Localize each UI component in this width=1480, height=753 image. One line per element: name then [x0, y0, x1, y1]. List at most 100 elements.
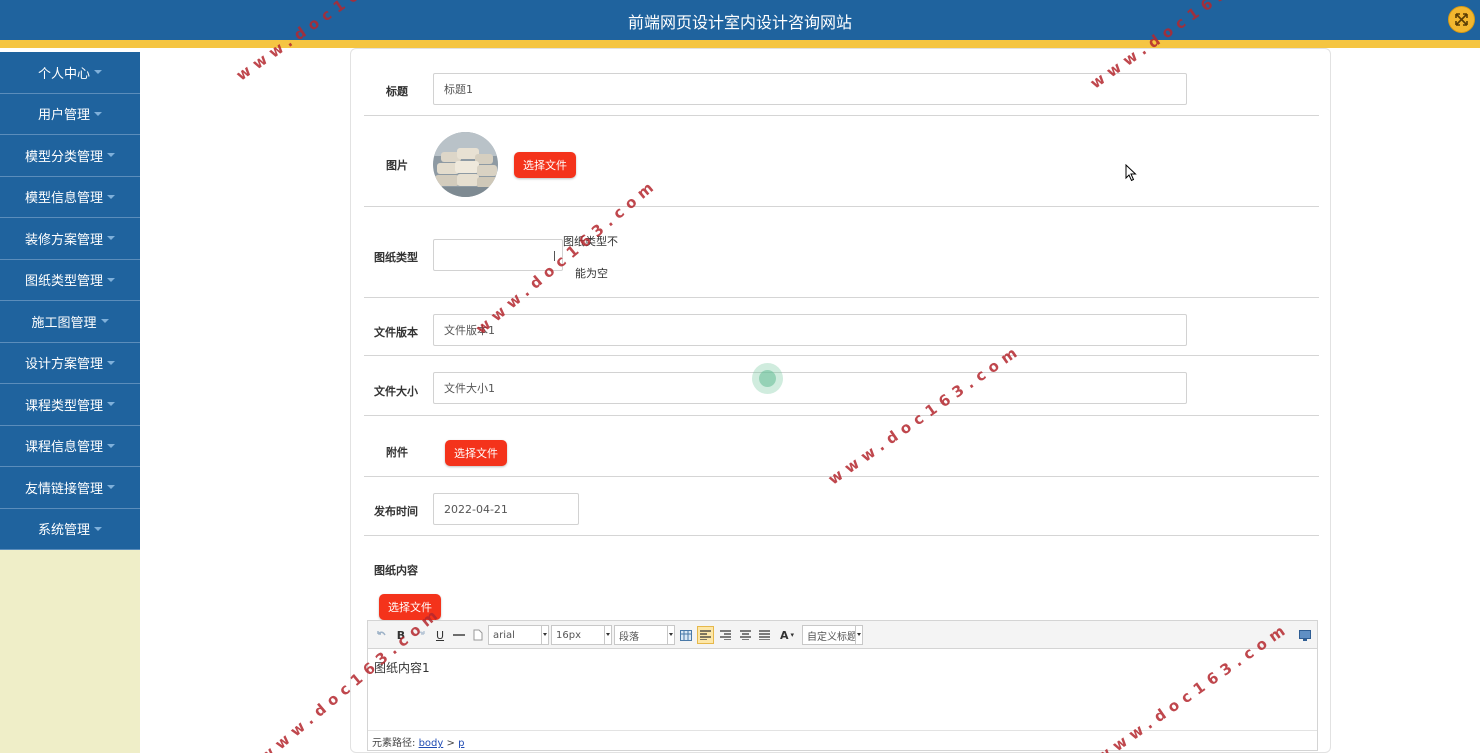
form-row-file-size: 文件大小 文件大小1 — [364, 356, 1319, 416]
form-row-drawing-type: 图纸类型 图纸类型不 能为空 — [364, 207, 1319, 298]
content-choose-file-button[interactable]: 选择文件 — [379, 594, 441, 620]
expand-arrows-icon — [1455, 13, 1468, 26]
editor-content[interactable]: 图纸内容1 — [374, 659, 430, 676]
sidebar-item-label: 装修方案管理 — [24, 232, 103, 248]
font-size-select[interactable]: 16px — [551, 625, 612, 645]
sidebar-item-label: 用户管理 — [37, 108, 90, 124]
element-path-p-link[interactable]: p — [458, 738, 464, 749]
rich-text-editor: B U arial 16px 段落 A ▾ 自定义标题 图纸内容1 元素路径: … — [367, 620, 1318, 751]
underline-button[interactable]: U — [433, 626, 447, 644]
undo-icon[interactable] — [374, 626, 388, 644]
sidebar-item-label: 模型信息管理 — [24, 191, 103, 207]
bold-button[interactable]: B — [394, 626, 408, 644]
editor-element-path: 元素路径: body > p — [368, 730, 1317, 750]
attachment-label: 附件 — [386, 446, 408, 459]
sidebar: 个人中心 用户管理 模型分类管理 模型信息管理 装修方案管理 图纸类型管理 施工… — [0, 52, 140, 753]
align-center-icon[interactable] — [738, 626, 752, 644]
sidebar-item-label: 图纸类型管理 — [24, 274, 103, 290]
file-version-input[interactable]: 文件版本1 — [433, 314, 1187, 346]
page-title: 前端网页设计室内设计咨询网站 — [627, 13, 852, 32]
editor-toolbar: B U arial 16px 段落 A ▾ 自定义标题 — [368, 621, 1317, 649]
header-accent-stripe — [0, 40, 1480, 48]
element-path-body-link[interactable]: body — [419, 738, 444, 749]
file-version-label: 文件版本 — [374, 326, 418, 339]
caret-down-icon — [107, 360, 115, 365]
file-size-label: 文件大小 — [374, 385, 418, 398]
form-row-attachment: 附件 选择文件 — [364, 416, 1319, 477]
loading-spinner — [752, 363, 783, 394]
sidebar-item-course-info[interactable]: 课程信息管理 — [0, 426, 140, 467]
content-label: 图纸内容 — [374, 564, 418, 577]
drawing-type-error-line2: 能为空 — [575, 267, 608, 280]
publish-time-label: 发布时间 — [374, 505, 418, 518]
sidebar-item-users[interactable]: 用户管理 — [0, 94, 140, 135]
redo-icon[interactable] — [414, 626, 428, 644]
caret-down-icon — [107, 194, 115, 199]
caret-down-icon — [100, 319, 109, 324]
horizontal-rule-icon[interactable] — [452, 626, 466, 644]
image-preview — [433, 132, 498, 197]
app-header: 前端网页设计室内设计咨询网站 — [0, 0, 1480, 40]
dropdown-arrow-icon: ▾ — [790, 631, 795, 639]
caret-down-icon — [94, 526, 102, 531]
sidebar-item-design-plans[interactable]: 设计方案管理 — [0, 343, 140, 384]
element-path-label: 元素路径: — [372, 738, 416, 749]
sidebar-item-label: 模型分类管理 — [24, 149, 103, 165]
sidebar-item-label: 施工图管理 — [31, 315, 97, 331]
font-size-value: 16px — [556, 629, 581, 641]
select-arrow-icon — [554, 251, 555, 261]
fullscreen-toggle-button[interactable] — [1448, 6, 1475, 33]
sidebar-item-course-types[interactable]: 课程类型管理 — [0, 384, 140, 426]
sidebar-item-renovation-plans[interactable]: 装修方案管理 — [0, 218, 140, 260]
drawing-type-error-line1: 图纸类型不 — [563, 235, 618, 248]
sidebar-item-personal-center[interactable]: 个人中心 — [0, 52, 140, 94]
table-icon[interactable] — [679, 626, 693, 644]
paragraph-format-select[interactable]: 段落 — [614, 625, 675, 645]
font-color-button[interactable]: A ▾ — [776, 626, 798, 644]
caret-down-icon — [107, 443, 115, 448]
sidebar-menu: 个人中心 用户管理 模型分类管理 模型信息管理 装修方案管理 图纸类型管理 施工… — [0, 52, 140, 550]
align-right-icon[interactable] — [718, 626, 732, 644]
sidebar-item-friend-links[interactable]: 友情链接管理 — [0, 467, 140, 509]
form-row-image: 图片 选择文件 — [364, 116, 1319, 207]
form-row-file-version: 文件版本 文件版本1 — [364, 298, 1319, 356]
font-family-select[interactable]: arial — [488, 625, 549, 645]
attachment-choose-file-button[interactable]: 选择文件 — [445, 440, 507, 466]
caret-down-icon — [94, 111, 102, 116]
caret-down-icon — [107, 402, 115, 407]
caret-down-icon — [107, 485, 115, 490]
title-input[interactable]: 标题1 — [433, 73, 1187, 105]
sidebar-item-label: 友情链接管理 — [24, 481, 103, 497]
title-label: 标题 — [386, 85, 408, 98]
publish-time-input[interactable]: 2022-04-21 — [433, 493, 579, 525]
sidebar-item-drawing-types[interactable]: 图纸类型管理 — [0, 260, 140, 301]
cement-bags-thumbnail — [433, 132, 498, 197]
preview-monitor-icon[interactable] — [1298, 626, 1312, 644]
form-row-title: 标题 标题1 — [364, 49, 1319, 116]
caret-down-icon — [94, 70, 102, 75]
drawing-type-label: 图纸类型 — [374, 251, 418, 264]
custom-heading-select[interactable]: 自定义标题 — [802, 625, 863, 645]
image-choose-file-button[interactable]: 选择文件 — [514, 152, 576, 178]
sidebar-item-label: 课程信息管理 — [24, 440, 103, 456]
align-justify-icon[interactable] — [757, 626, 771, 644]
sidebar-item-label: 系统管理 — [37, 523, 90, 539]
caret-down-icon — [107, 153, 115, 158]
element-path-separator: > — [446, 738, 455, 749]
page-icon[interactable] — [471, 626, 485, 644]
sidebar-item-model-info[interactable]: 模型信息管理 — [0, 177, 140, 218]
align-left-icon[interactable] — [697, 626, 714, 644]
sidebar-item-system[interactable]: 系统管理 — [0, 509, 140, 550]
caret-down-icon — [107, 236, 115, 241]
caret-down-icon — [107, 277, 115, 282]
form-row-publish-time: 发布时间 2022-04-21 — [364, 477, 1319, 536]
custom-heading-value: 自定义标题 — [807, 631, 855, 643]
sidebar-item-model-categories[interactable]: 模型分类管理 — [0, 135, 140, 177]
font-color-glyph: A — [779, 628, 789, 642]
file-size-input[interactable]: 文件大小1 — [433, 372, 1187, 404]
sidebar-item-label: 课程类型管理 — [24, 398, 103, 414]
sidebar-item-label: 个人中心 — [37, 66, 90, 82]
sidebar-item-construction-drawings[interactable]: 施工图管理 — [0, 301, 140, 343]
mouse-cursor-icon — [1125, 164, 1137, 182]
drawing-type-select[interactable] — [433, 239, 563, 271]
